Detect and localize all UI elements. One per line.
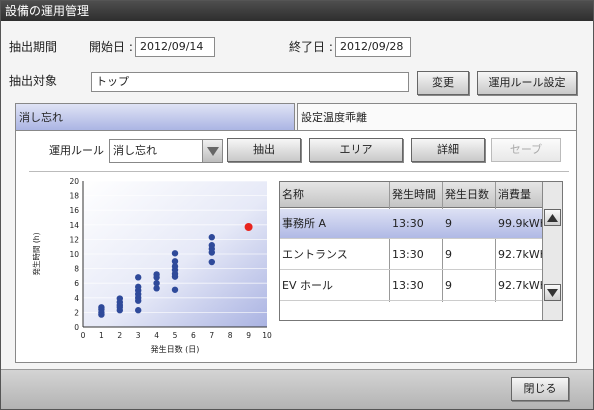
arrow-up-icon (547, 213, 558, 222)
extract-button[interactable]: 抽出 (227, 138, 301, 162)
data-point (135, 274, 142, 281)
rule-label: 運用ルール (49, 144, 104, 157)
cell-usage: 99.9kWh (498, 217, 547, 230)
data-point (171, 250, 179, 257)
data-point (135, 283, 142, 291)
y-tick-label: 16 (69, 206, 79, 215)
y-axis-label: 発生時間 (h) (31, 232, 41, 275)
y-tick-label: 8 (74, 265, 79, 274)
results-table: 名称 発生時間 発生日数 消費量 事務所 A 13:30 9 99.9kWh エ… (279, 181, 563, 321)
target-input[interactable]: トップ (91, 72, 409, 92)
x-tick-label: 4 (154, 331, 159, 340)
x-tick-label: 3 (136, 331, 141, 340)
table-scrollbar[interactable] (542, 182, 562, 320)
y-tick-label: 18 (69, 192, 79, 201)
cell-days: 9 (445, 279, 452, 292)
x-tick-label: 8 (228, 331, 233, 340)
col-header-days[interactable]: 発生日数 (443, 182, 489, 208)
x-tick-label: 0 (81, 331, 86, 340)
y-tick-label: 10 (69, 250, 79, 259)
chart-svg: 024681012141618200 1 2 3 4 5 6 7 8 9 10発生日数 (日)発生時… (31, 177, 272, 354)
rule-select-value: 消し忘れ (113, 144, 157, 157)
data-point (171, 258, 179, 265)
cell-time: 13:30 (392, 217, 424, 230)
data-point (135, 307, 142, 314)
detail-button[interactable]: 詳細 (411, 138, 485, 162)
highlight-point (244, 222, 253, 231)
start-date-label: 開始日 : (89, 40, 133, 54)
app-window: 設備の運用管理 抽出期間 開始日 : 2012/09/14 終了日 : 2012… (0, 0, 594, 410)
period-label: 抽出期間 (9, 40, 58, 54)
cell-days: 9 (445, 248, 452, 261)
y-tick-label: 4 (74, 294, 79, 303)
data-point (98, 304, 105, 311)
rule-select[interactable]: 消し忘れ (109, 139, 223, 163)
window-title: 設備の運用管理 (5, 4, 90, 18)
chevron-down-icon[interactable] (202, 140, 222, 162)
x-tick-label: 6 (191, 331, 196, 340)
scroll-down-button[interactable] (544, 284, 561, 301)
target-label: 抽出対象 (9, 74, 58, 88)
data-point (153, 271, 160, 278)
col-header-time[interactable]: 発生時間 (390, 182, 436, 208)
col-header-name[interactable]: 名称 (280, 182, 304, 208)
y-tick-label: 0 (74, 323, 79, 332)
cell-name: エントランス (282, 248, 348, 261)
scatter-chart: 0 2 4 6 8 10 12 14 16 18 20 0 1 2 3 4 5 6 7 8 9 10 発生日数 (日) 発生時… (27, 175, 279, 359)
end-date-label: 終了日 : (289, 40, 333, 54)
y-tick-label: 14 (69, 221, 79, 230)
data-point (116, 295, 124, 302)
data-point (208, 242, 215, 249)
save-button[interactable]: セーブ (491, 138, 561, 162)
table-row[interactable]: EV ホール 13:30 9 92.7kWh (280, 271, 547, 301)
close-button[interactable]: 閉じる (511, 377, 569, 401)
tab-temp-deviation[interactable]: 設定温度乖離 (297, 103, 577, 131)
table-row[interactable]: エントランス 13:30 9 92.7kWh (280, 240, 547, 270)
arrow-down-icon (547, 288, 558, 297)
table-row[interactable]: 事務所 A 13:30 9 99.9kWh (280, 209, 547, 239)
cell-name: EV ホール (282, 279, 333, 292)
table-header: 名称 発生時間 発生日数 消費量 (280, 182, 542, 208)
y-tick-label: 2 (74, 308, 79, 317)
x-tick-label: 5 (173, 331, 178, 340)
data-point (153, 280, 160, 287)
scroll-up-button[interactable] (544, 209, 561, 226)
rule-settings-button[interactable]: 運用ルール設定 (477, 71, 577, 95)
data-point (208, 234, 215, 241)
area-button[interactable]: エリア (309, 138, 403, 162)
x-tick-label: 10 (262, 331, 272, 340)
x-axis-label: 発生日数 (日) (151, 344, 200, 354)
cell-days: 9 (445, 217, 452, 230)
x-tick-label: 9 (246, 331, 251, 340)
start-date-input[interactable]: 2012/09/14 (135, 37, 215, 57)
end-date-input[interactable]: 2012/09/28 (335, 37, 411, 57)
col-header-usage[interactable]: 消費量 (496, 182, 531, 208)
footer-bar: 閉じる (1, 369, 593, 409)
x-tick-label: 7 (209, 331, 214, 340)
x-tick-label: 2 (117, 331, 122, 340)
cell-usage: 92.7kWh (498, 279, 547, 292)
divider (29, 171, 569, 172)
cell-time: 13:30 (392, 248, 424, 261)
change-button[interactable]: 変更 (417, 71, 469, 95)
cell-name: 事務所 A (282, 217, 327, 230)
tab-forgot-off[interactable]: 消し忘れ (15, 103, 295, 131)
cell-time: 13:30 (392, 279, 424, 292)
y-tick-label: 20 (69, 177, 79, 186)
y-tick-label: 6 (74, 279, 79, 288)
cell-usage: 92.7kWh (498, 248, 547, 261)
x-tick-label: 1 (99, 331, 104, 340)
y-tick-label: 12 (69, 235, 79, 244)
data-point (208, 258, 215, 266)
data-point (171, 286, 179, 293)
title-bar: 設備の運用管理 (1, 1, 593, 21)
